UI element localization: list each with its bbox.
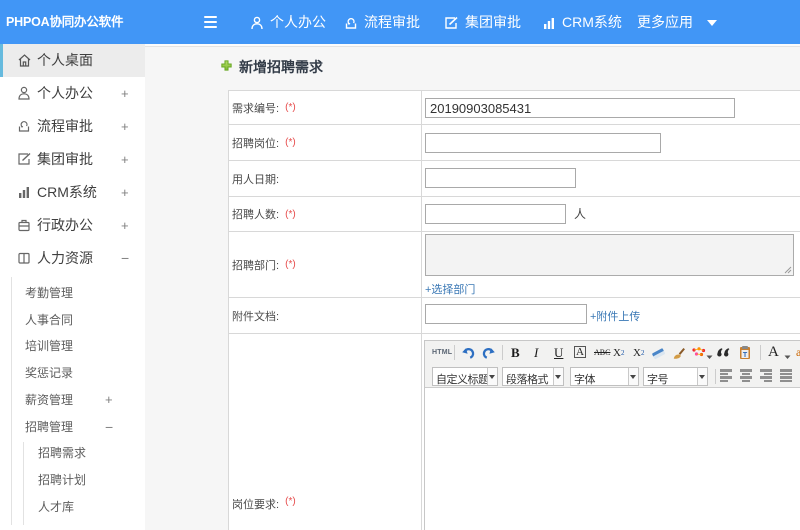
svg-text:T: T [743, 352, 748, 359]
